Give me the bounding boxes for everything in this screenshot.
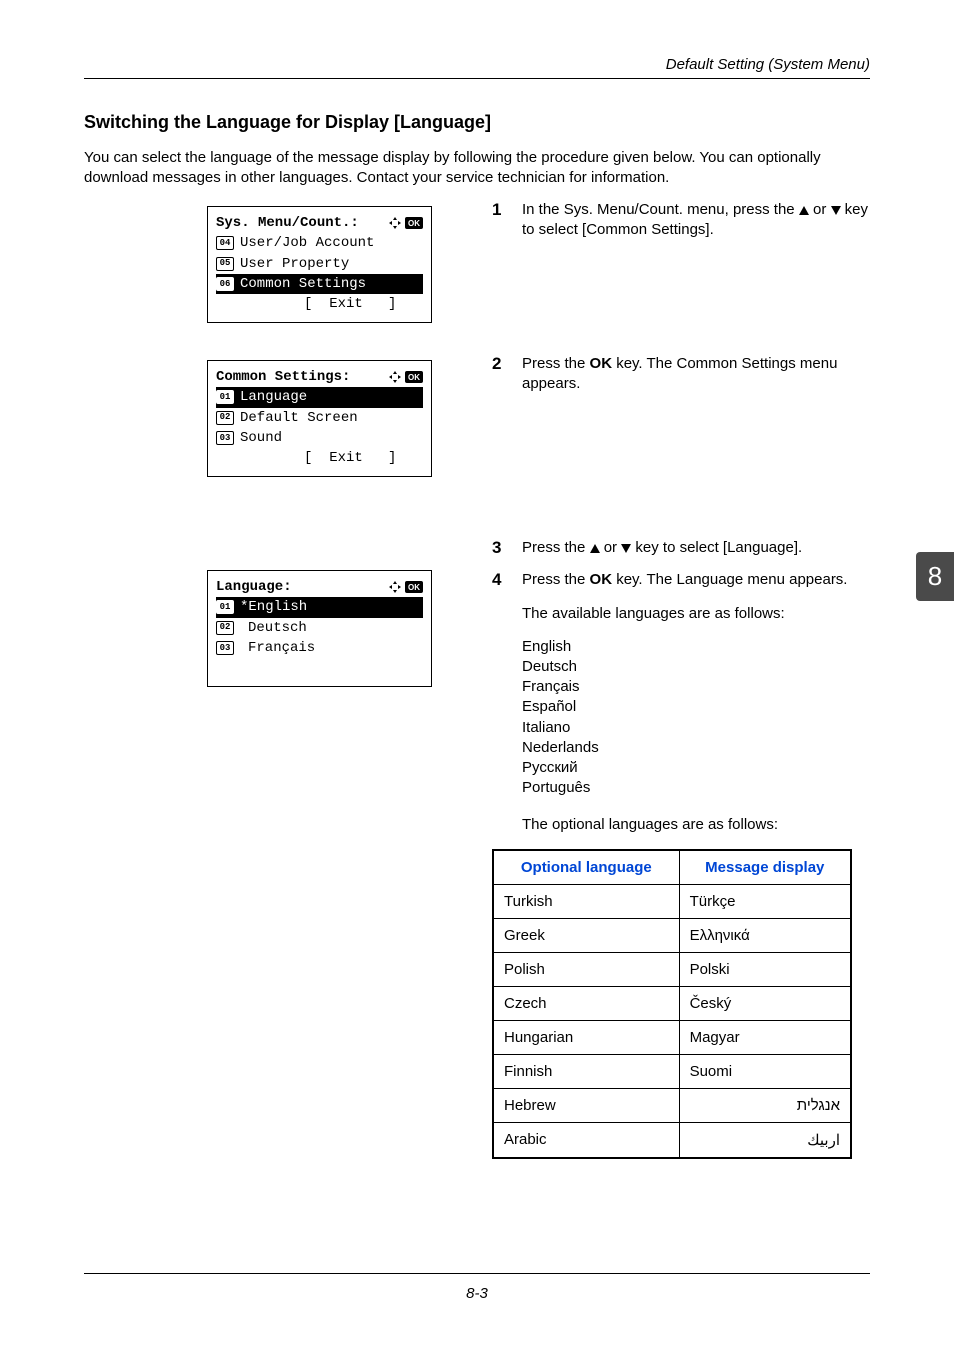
optional-language-table: Optional language Message display Turkis… <box>492 849 852 1159</box>
lcd2-item-0: 01Language <box>216 387 423 407</box>
table-row: FinnishSuomi <box>493 1054 851 1088</box>
nav-cross-icon <box>388 580 402 594</box>
table-cell-language: Finnish <box>493 1054 679 1088</box>
language-item: Deutsch <box>522 657 870 677</box>
table-cell-display: אנגלית <box>679 1088 851 1122</box>
lcd2-item-1: 02Default Screen <box>216 408 423 428</box>
nav-cross-icon <box>388 370 402 384</box>
language-item: Italiano <box>522 718 870 738</box>
ok-badge-icon: OK <box>405 581 423 593</box>
down-triangle-icon <box>621 544 631 553</box>
table-cell-language: Turkish <box>493 884 679 918</box>
lcd3-title: Language: <box>216 577 292 597</box>
lcd1-item-1: 05User Property <box>216 254 423 274</box>
language-list: EnglishDeutschFrançaisEspañolItalianoNed… <box>522 637 870 799</box>
table-cell-language: Hebrew <box>493 1088 679 1122</box>
lcd3-item-0: 01*English <box>216 597 423 617</box>
nav-cross-icon <box>388 216 402 230</box>
up-triangle-icon <box>590 544 600 553</box>
table-header-language: Optional language <box>493 850 679 885</box>
step-1: 1 In the Sys. Menu/Count. menu, press th… <box>492 200 870 241</box>
ok-badge-icon: OK <box>405 217 423 229</box>
header-section: Default Setting (System Menu) <box>666 56 870 73</box>
lcd3-item-1: 02Deutsch <box>216 618 423 638</box>
lcd2-title: Common Settings: <box>216 367 350 387</box>
table-row: Arabicاربيك <box>493 1122 851 1158</box>
lcd-panel-sys-menu: Sys. Menu/Count.: OK 04User/Job Account … <box>207 206 432 323</box>
lcd-panel-language: Language: OK 01*English 02Deutsch 03Fran… <box>207 570 432 687</box>
svg-text:OK: OK <box>408 583 420 592</box>
up-triangle-icon <box>799 206 809 215</box>
ok-badge-icon: OK <box>405 371 423 383</box>
language-item: Português <box>522 778 870 798</box>
table-cell-display: Magyar <box>679 1020 851 1054</box>
table-cell-display: Ελληνικά <box>679 918 851 952</box>
table-row: HungarianMagyar <box>493 1020 851 1054</box>
table-cell-display: Český <box>679 986 851 1020</box>
lcd1-item-0: 04User/Job Account <box>216 233 423 253</box>
table-cell-display: Polski <box>679 952 851 986</box>
language-item: Français <box>522 677 870 697</box>
step-number: 2 <box>492 354 522 395</box>
lcd1-item-2: 06Common Settings <box>216 274 423 294</box>
table-cell-display: اربيك <box>679 1122 851 1158</box>
footer-rule <box>84 1273 870 1274</box>
table-header-display: Message display <box>679 850 851 885</box>
step-3: 3 Press the or key to select [Language]. <box>492 538 870 558</box>
down-triangle-icon <box>831 206 841 215</box>
available-languages-label: The available languages are as follows: <box>522 604 870 624</box>
step-2: 2 Press the OK key. The Common Settings … <box>492 354 870 395</box>
language-item: Español <box>522 697 870 717</box>
step-number: 1 <box>492 200 522 241</box>
language-item: Русский <box>522 758 870 778</box>
table-cell-display: Türkçe <box>679 884 851 918</box>
step-number: 3 <box>492 538 522 558</box>
lcd1-exit: [ Exit ] <box>216 294 423 314</box>
step-number: 4 <box>492 570 522 590</box>
table-cell-language: Arabic <box>493 1122 679 1158</box>
lcd1-title: Sys. Menu/Count.: <box>216 213 359 233</box>
table-row: Hebrewאנגלית <box>493 1088 851 1122</box>
svg-text:OK: OK <box>408 219 420 228</box>
section-title: Switching the Language for Display [Lang… <box>84 112 491 133</box>
svg-text:OK: OK <box>408 373 420 382</box>
chapter-tab: 8 <box>916 552 954 601</box>
table-row: CzechČeský <box>493 986 851 1020</box>
table-row: TurkishTürkçe <box>493 884 851 918</box>
lcd2-exit: [ Exit ] <box>216 448 423 468</box>
optional-languages-label: The optional languages are as follows: <box>522 815 870 835</box>
language-item: Nederlands <box>522 738 870 758</box>
lcd3-item-2: 03Français <box>216 638 423 658</box>
table-row: GreekΕλληνικά <box>493 918 851 952</box>
table-row: PolishPolski <box>493 952 851 986</box>
page-number: 8-3 <box>0 1285 954 1302</box>
language-item: English <box>522 637 870 657</box>
lcd-panel-common-settings: Common Settings: OK 01Language 02Default… <box>207 360 432 477</box>
table-cell-language: Greek <box>493 918 679 952</box>
table-cell-language: Polish <box>493 952 679 986</box>
intro-text: You can select the language of the messa… <box>84 148 870 189</box>
header-rule <box>84 78 870 79</box>
step-4: 4 Press the OK key. The Language menu ap… <box>492 570 870 590</box>
table-cell-language: Hungarian <box>493 1020 679 1054</box>
lcd2-item-2: 03Sound <box>216 428 423 448</box>
table-cell-language: Czech <box>493 986 679 1020</box>
table-cell-display: Suomi <box>679 1054 851 1088</box>
